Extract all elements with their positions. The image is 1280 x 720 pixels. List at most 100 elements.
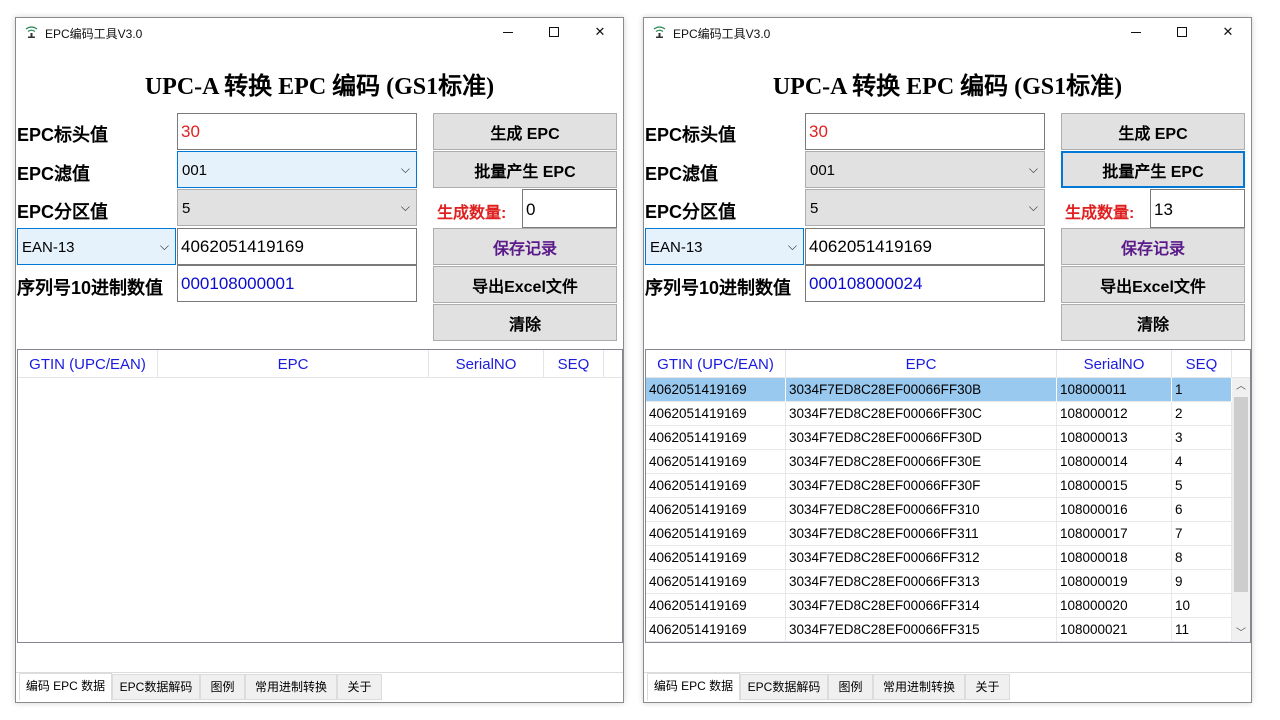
epc-header-input[interactable]: 30: [177, 113, 417, 150]
tab-about[interactable]: 关于: [965, 674, 1010, 700]
cell-epc: 3034F7ED8C28EF00066FF315: [786, 618, 1057, 642]
column-header-seq[interactable]: SEQ: [544, 350, 604, 378]
code-type-select[interactable]: EAN-13 ⌵: [645, 228, 804, 265]
gtin-input[interactable]: 4062051419169: [177, 228, 417, 265]
cell-seq: 5: [1172, 474, 1232, 498]
cell-seq: 10: [1172, 594, 1232, 618]
tab-about[interactable]: 关于: [337, 674, 382, 700]
save-record-button[interactable]: 保存记录: [1061, 228, 1245, 265]
table-row[interactable]: 4062051419169 3034F7ED8C28EF00066FF313 108…: [646, 570, 1232, 594]
table-row[interactable]: 4062051419169 3034F7ED8C28EF00066FF311 108…: [646, 522, 1232, 546]
tab-decode-epc[interactable]: EPC数据解码: [112, 674, 200, 700]
epc-filter-select[interactable]: 001 ⌵: [805, 151, 1045, 188]
app-antenna-icon: [653, 26, 666, 38]
column-header-gtin[interactable]: GTIN (UPC/EAN): [646, 350, 786, 378]
quantity-input[interactable]: 13: [1150, 189, 1245, 228]
table-row[interactable]: 4062051419169 3034F7ED8C28EF00066FF30F 108…: [646, 474, 1232, 498]
table-row[interactable]: 4062051419169 3034F7ED8C28EF00066FF30B 108…: [646, 378, 1232, 402]
tab-encode-epc[interactable]: 编码 EPC 数据: [647, 673, 740, 701]
cell-seq: 7: [1172, 522, 1232, 546]
cell-seq: 3: [1172, 426, 1232, 450]
tab-encode-epc[interactable]: 编码 EPC 数据: [19, 673, 112, 701]
cell-epc: 3034F7ED8C28EF00066FF313: [786, 570, 1057, 594]
tab-base-conversion[interactable]: 常用进制转换: [873, 674, 965, 700]
vertical-scrollbar[interactable]: ︿ ﹀: [1232, 378, 1250, 642]
table-row[interactable]: 4062051419169 3034F7ED8C28EF00066FF310 108…: [646, 498, 1232, 522]
code-type-select[interactable]: EAN-13 ⌵: [17, 228, 176, 265]
generate-epc-button[interactable]: 生成 EPC: [433, 113, 617, 150]
tab-decode-epc[interactable]: EPC数据解码: [740, 674, 828, 700]
close-button[interactable]: ✕: [1205, 18, 1251, 46]
column-header-epc[interactable]: EPC: [786, 350, 1057, 378]
table-row[interactable]: 4062051419169 3034F7ED8C28EF00066FF30C 108…: [646, 402, 1232, 426]
minimize-button[interactable]: [1113, 18, 1159, 46]
cell-epc: 3034F7ED8C28EF00066FF30C: [786, 402, 1057, 426]
tab-legend[interactable]: 图例: [200, 674, 245, 700]
grid-header: GTIN (UPC/EAN) EPC SerialNO SEQ: [18, 350, 622, 378]
minimize-button[interactable]: [485, 18, 531, 46]
scrollbar-thumb[interactable]: [1234, 397, 1248, 592]
quantity-input[interactable]: 0: [522, 189, 617, 228]
chevron-up-icon[interactable]: ︿: [1232, 378, 1250, 395]
epc-partition-label: EPC分区值: [645, 202, 737, 222]
grid-body: 4062051419169 3034F7ED8C28EF00066FF30B 108…: [646, 378, 1232, 642]
chevron-down-icon: ⌵: [1028, 162, 1038, 176]
save-record-button[interactable]: 保存记录: [433, 228, 617, 265]
cell-serialno: 108000015: [1057, 474, 1172, 498]
clear-button[interactable]: 清除: [433, 304, 617, 341]
maximize-icon: [549, 27, 559, 37]
quantity-label: 生成数量:: [1065, 205, 1135, 222]
cell-epc: 3034F7ED8C28EF00066FF30F: [786, 474, 1057, 498]
gtin-input[interactable]: 4062051419169: [805, 228, 1045, 265]
epc-filter-select[interactable]: 001 ⌵: [177, 151, 417, 188]
export-excel-button[interactable]: 导出Excel文件: [433, 266, 617, 303]
epc-data-grid[interactable]: GTIN (UPC/EAN) EPC SerialNO SEQ 40620514…: [645, 349, 1251, 643]
column-header-seq[interactable]: SEQ: [1172, 350, 1232, 378]
cell-serialno: 108000014: [1057, 450, 1172, 474]
table-row[interactable]: 4062051419169 3034F7ED8C28EF00066FF315 108…: [646, 618, 1232, 642]
table-row[interactable]: 4062051419169 3034F7ED8C28EF00066FF30D 108…: [646, 426, 1232, 450]
epc-header-label: EPC标头值: [645, 125, 737, 145]
clear-button[interactable]: 清除: [1061, 304, 1245, 341]
epc-header-input[interactable]: 30: [805, 113, 1045, 150]
serial-input[interactable]: 000108000001: [177, 265, 417, 302]
epc-partition-value: 5: [810, 200, 819, 217]
batch-generate-button[interactable]: 批量产生 EPC: [1061, 151, 1245, 188]
cell-serialno: 108000018: [1057, 546, 1172, 570]
close-button[interactable]: ✕: [577, 18, 623, 46]
column-header-epc[interactable]: EPC: [158, 350, 429, 378]
epc-data-grid[interactable]: GTIN (UPC/EAN) EPC SerialNO SEQ: [17, 349, 623, 643]
chevron-down-icon: ⌵: [400, 200, 410, 214]
cell-seq: 6: [1172, 498, 1232, 522]
title-bar[interactable]: EPC编码工具V3.0 ✕: [16, 18, 623, 46]
cell-gtin: 4062051419169: [646, 522, 786, 546]
maximize-button[interactable]: [531, 18, 577, 46]
generate-epc-button[interactable]: 生成 EPC: [1061, 113, 1245, 150]
epc-partition-select[interactable]: 5 ⌵: [805, 189, 1045, 226]
tab-strip: 编码 EPC 数据 EPC数据解码 图例 常用进制转换 关于: [644, 672, 1251, 702]
maximize-icon: [1177, 27, 1187, 37]
batch-generate-button[interactable]: 批量产生 EPC: [433, 151, 617, 188]
cell-serialno: 108000016: [1057, 498, 1172, 522]
serial-input[interactable]: 000108000024: [805, 265, 1045, 302]
title-bar[interactable]: EPC编码工具V3.0 ✕: [644, 18, 1251, 46]
column-header-gtin[interactable]: GTIN (UPC/EAN): [18, 350, 158, 378]
chevron-down-icon[interactable]: ﹀: [1232, 625, 1250, 642]
code-type-value: EAN-13: [650, 239, 703, 256]
table-row[interactable]: 4062051419169 3034F7ED8C28EF00066FF30E 108…: [646, 450, 1232, 474]
table-row[interactable]: 4062051419169 3034F7ED8C28EF00066FF312 108…: [646, 546, 1232, 570]
tab-legend[interactable]: 图例: [828, 674, 873, 700]
export-excel-button[interactable]: 导出Excel文件: [1061, 266, 1245, 303]
tab-base-conversion[interactable]: 常用进制转换: [245, 674, 337, 700]
cell-serialno: 108000017: [1057, 522, 1172, 546]
cell-serialno: 108000012: [1057, 402, 1172, 426]
chevron-down-icon: ⌵: [1028, 200, 1038, 214]
close-icon: ✕: [1222, 24, 1234, 39]
column-header-serialno[interactable]: SerialNO: [429, 350, 544, 378]
table-row[interactable]: 4062051419169 3034F7ED8C28EF00066FF314 108…: [646, 594, 1232, 618]
column-header-serialno[interactable]: SerialNO: [1057, 350, 1172, 378]
epc-partition-select[interactable]: 5 ⌵: [177, 189, 417, 226]
maximize-button[interactable]: [1159, 18, 1205, 46]
cell-epc: 3034F7ED8C28EF00066FF30E: [786, 450, 1057, 474]
epc-partition-label: EPC分区值: [17, 202, 109, 222]
